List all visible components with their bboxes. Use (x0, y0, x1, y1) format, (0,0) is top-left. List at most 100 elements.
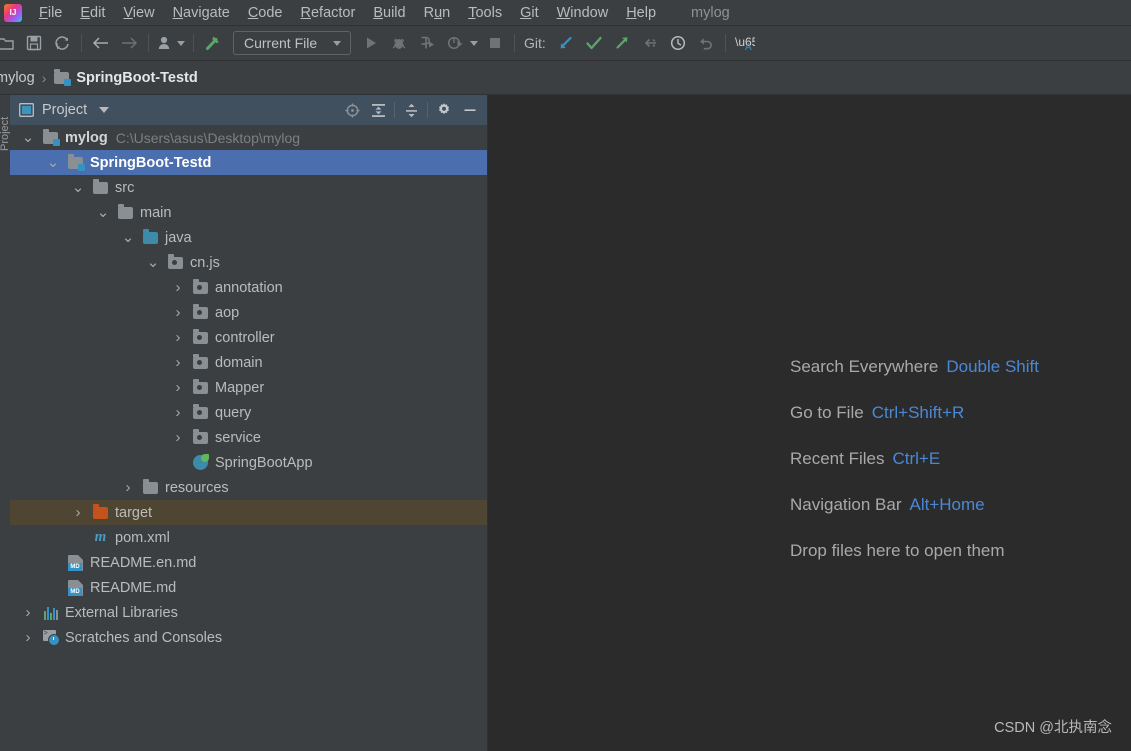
svg-text:A: A (745, 42, 752, 52)
tree-row[interactable]: ⌄ SpringBoot-Testd (10, 150, 487, 175)
run-configuration-selector[interactable]: Current File (233, 31, 351, 55)
menu-item-window[interactable]: Window (548, 3, 618, 23)
chevron-down-icon[interactable]: ⌄ (20, 130, 36, 146)
user-profile-dropdown-caret-icon[interactable] (177, 40, 185, 46)
project-panel-title: Project (42, 102, 88, 118)
save-all-icon[interactable] (20, 30, 48, 56)
build-project-icon[interactable] (199, 30, 227, 56)
tree-row[interactable]: ⌄ cn.js (10, 250, 487, 275)
tree-row[interactable]: › Mapper (10, 375, 487, 400)
stop-icon[interactable] (481, 30, 509, 56)
tree-row[interactable]: ⌄ src (10, 175, 487, 200)
chevron-right-icon[interactable]: › (170, 429, 186, 446)
menu-item-run[interactable]: Run (415, 3, 460, 23)
shortcut-hint-row: Go to File Ctrl+Shift+R (790, 403, 1039, 423)
sync-reload-icon[interactable] (48, 30, 76, 56)
menu-item-help[interactable]: Help (617, 3, 665, 23)
left-strip-project-label[interactable]: Project (0, 107, 10, 151)
tree-row[interactable]: · m pom.xml (10, 525, 487, 550)
chevron-down-icon[interactable]: ⌄ (45, 155, 61, 171)
tree-row[interactable]: › annotation (10, 275, 487, 300)
run-icon[interactable] (357, 30, 385, 56)
chevron-down-icon[interactable]: ⌄ (70, 180, 86, 196)
chevron-down-icon[interactable]: ⌄ (120, 230, 136, 246)
breadcrumb-current[interactable]: SpringBoot-Testd (76, 70, 197, 86)
tree-row[interactable]: ⌄ mylog C:\Users\asus\Desktop\mylog (10, 125, 487, 150)
tree-row[interactable]: · SpringBootApp (10, 450, 487, 475)
tree-row[interactable]: › resources (10, 475, 487, 500)
git-push-icon[interactable] (608, 30, 636, 56)
shortcut-hint-label: Navigation Bar (790, 495, 902, 514)
chevron-down-icon[interactable]: ⌄ (95, 205, 111, 221)
hide-panel-icon[interactable] (457, 98, 483, 122)
chevron-right-icon[interactable]: › (20, 629, 36, 646)
git-commit-icon[interactable] (580, 30, 608, 56)
tree-row[interactable]: › External Libraries (10, 600, 487, 625)
tree-row[interactable]: › service (10, 425, 487, 450)
tree-row-label: query (215, 404, 252, 421)
chevron-right-icon[interactable]: › (120, 479, 136, 496)
debug-icon[interactable] (385, 30, 413, 56)
tree-row-label: java (165, 229, 192, 246)
chevron-right-icon[interactable]: › (170, 404, 186, 421)
project-tree-scrollbar[interactable] (483, 125, 487, 751)
package-folder-icon (192, 328, 209, 346)
translate-icon[interactable]: \u6587 A (731, 30, 759, 56)
git-section-label: Git: (524, 35, 546, 51)
tree-row[interactable]: › query (10, 400, 487, 425)
git-history-icon[interactable] (664, 30, 692, 56)
tree-row[interactable]: › controller (10, 325, 487, 350)
editor-shortcut-hints: Search Everywhere Double Shift Go to File C… (790, 357, 1039, 587)
tree-row[interactable]: › > Scratches and Consoles (10, 625, 487, 650)
navigate-forward-icon[interactable] (115, 30, 143, 56)
chevron-down-icon[interactable]: ⌄ (145, 255, 161, 271)
tree-row[interactable]: › target (10, 500, 487, 525)
menu-item-refactor[interactable]: Refactor (292, 3, 365, 23)
breadcrumb-root[interactable]: mylog (0, 70, 35, 86)
chevron-right-icon[interactable]: › (170, 279, 186, 296)
tree-row[interactable]: › aop (10, 300, 487, 325)
chevron-right-icon[interactable]: › (170, 379, 186, 396)
expand-all-icon[interactable] (365, 98, 391, 122)
user-profile-icon[interactable] (154, 30, 176, 56)
open-project-icon[interactable] (0, 30, 20, 56)
chevron-right-icon[interactable]: › (20, 604, 36, 621)
editor-empty-area: Search Everywhere Double Shift Go to File C… (489, 95, 1131, 751)
collapse-all-icon[interactable] (398, 98, 424, 122)
menu-item-file[interactable]: File (30, 3, 71, 23)
tree-row-path: C:\Users\asus\Desktop\mylog (115, 129, 301, 146)
profiler-icon[interactable] (441, 30, 469, 56)
navigate-back-icon[interactable] (87, 30, 115, 56)
tree-row[interactable]: ⌄ java (10, 225, 487, 250)
project-panel-view-caret-icon[interactable] (99, 107, 110, 113)
chevron-right-icon[interactable]: › (170, 304, 186, 321)
tree-row[interactable]: · README.en.md (10, 550, 487, 575)
chevron-right-icon[interactable]: › (70, 504, 86, 521)
menu-item-navigate[interactable]: Navigate (164, 3, 239, 23)
git-checkout-branch-icon[interactable] (636, 30, 664, 56)
menu-item-code[interactable]: Code (239, 3, 292, 23)
menu-item-view[interactable]: View (114, 3, 163, 23)
intellij-idea-logo-icon (4, 3, 22, 22)
run-with-coverage-icon[interactable] (413, 30, 441, 56)
tree-row[interactable]: › domain (10, 350, 487, 375)
chevron-right-icon[interactable]: › (170, 354, 186, 371)
menu-item-git[interactable]: Git (511, 3, 548, 23)
tree-row-label: README.en.md (90, 554, 197, 571)
run-configuration-caret-icon[interactable] (333, 40, 341, 46)
menu-item-build[interactable]: Build (364, 3, 414, 23)
menu-mnemonic: C (247, 4, 259, 21)
shortcut-hint-row: Navigation Bar Alt+Home (790, 495, 1039, 515)
menu-item-tools[interactable]: Tools (459, 3, 511, 23)
tree-row[interactable]: ⌄ main (10, 200, 487, 225)
git-update-project-icon[interactable] (552, 30, 580, 56)
tree-row[interactable]: · README.md (10, 575, 487, 600)
chevron-right-icon[interactable]: › (170, 329, 186, 346)
select-opened-file-icon[interactable] (339, 98, 365, 122)
main-toolbar: Current File Git: \u6 A (0, 26, 1131, 61)
menu-item-edit[interactable]: Edit (71, 3, 114, 23)
profiler-dropdown-caret-icon[interactable] (470, 40, 478, 46)
markdown-file-icon (67, 579, 84, 596)
git-rollback-icon[interactable] (692, 30, 720, 56)
gear-icon[interactable] (431, 98, 457, 122)
